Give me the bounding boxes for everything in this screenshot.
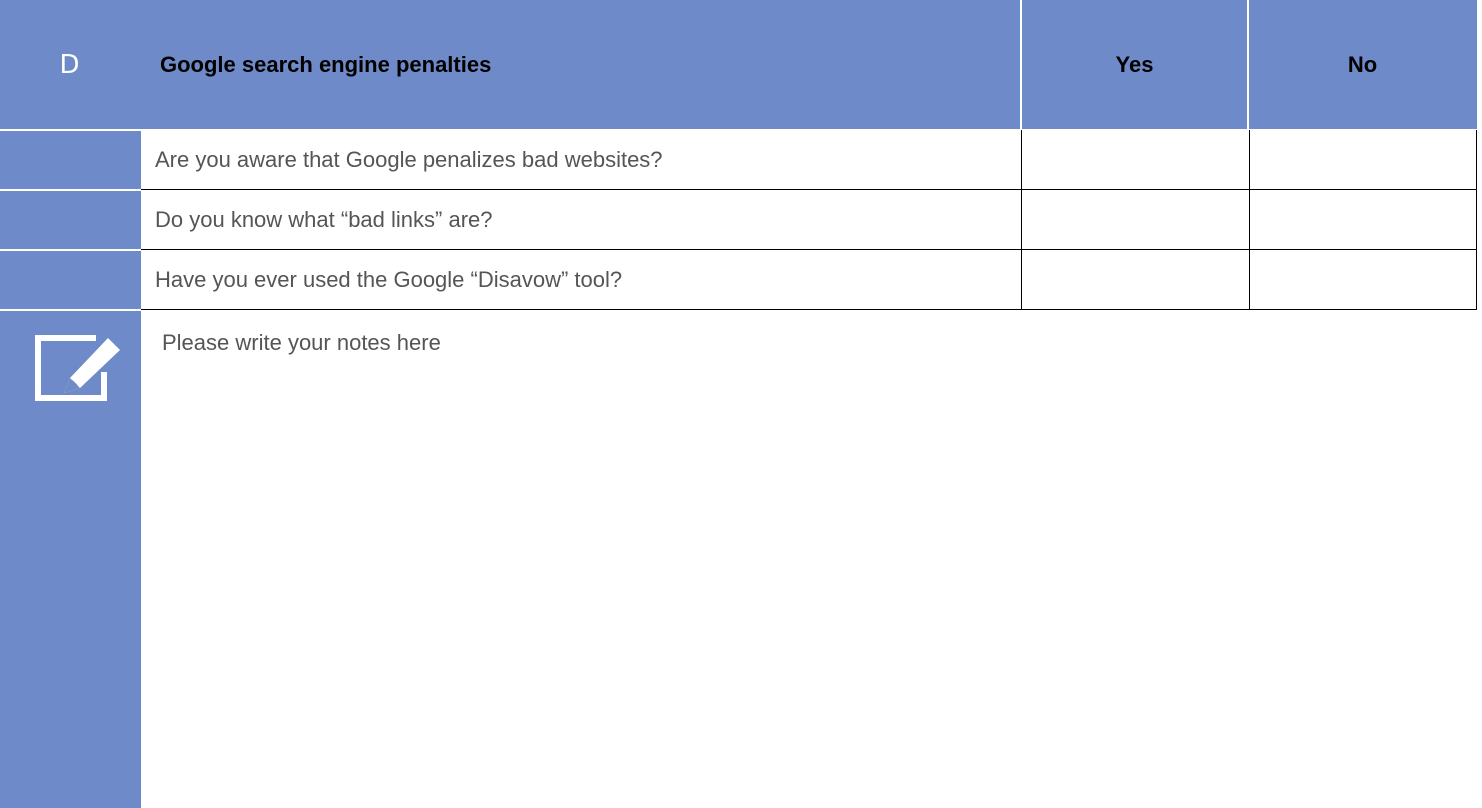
question-text: Do you know what “bad links” are? [155, 206, 493, 232]
no-answer-cell[interactable] [1249, 190, 1477, 249]
question-row: Do you know what “bad links” are? [141, 190, 1477, 250]
edit-note-icon [35, 335, 120, 401]
yes-answer-cell[interactable] [1021, 190, 1249, 249]
yes-answer-cell[interactable] [1021, 250, 1249, 309]
sidebar-separator [0, 129, 141, 131]
question-text: Have you ever used the Google “Disavow” … [155, 266, 623, 292]
sidebar-separator [0, 309, 141, 311]
section-title: Google search engine penalties [160, 51, 492, 77]
sidebar-separator [0, 189, 141, 191]
yes-answer-cell[interactable] [1021, 130, 1249, 189]
no-answer-cell[interactable] [1249, 250, 1477, 309]
question-row: Have you ever used the Google “Disavow” … [141, 250, 1477, 310]
no-answer-cell[interactable] [1249, 130, 1477, 189]
yes-column-header: Yes [1115, 51, 1154, 77]
question-text: Are you aware that Google penalizes bad … [155, 146, 663, 172]
notes-field[interactable]: Please write your notes here [162, 330, 441, 356]
no-column-header: No [1347, 51, 1378, 77]
question-row: Are you aware that Google penalizes bad … [141, 130, 1477, 190]
section-letter: D [59, 49, 80, 80]
sidebar-separator [0, 249, 141, 251]
